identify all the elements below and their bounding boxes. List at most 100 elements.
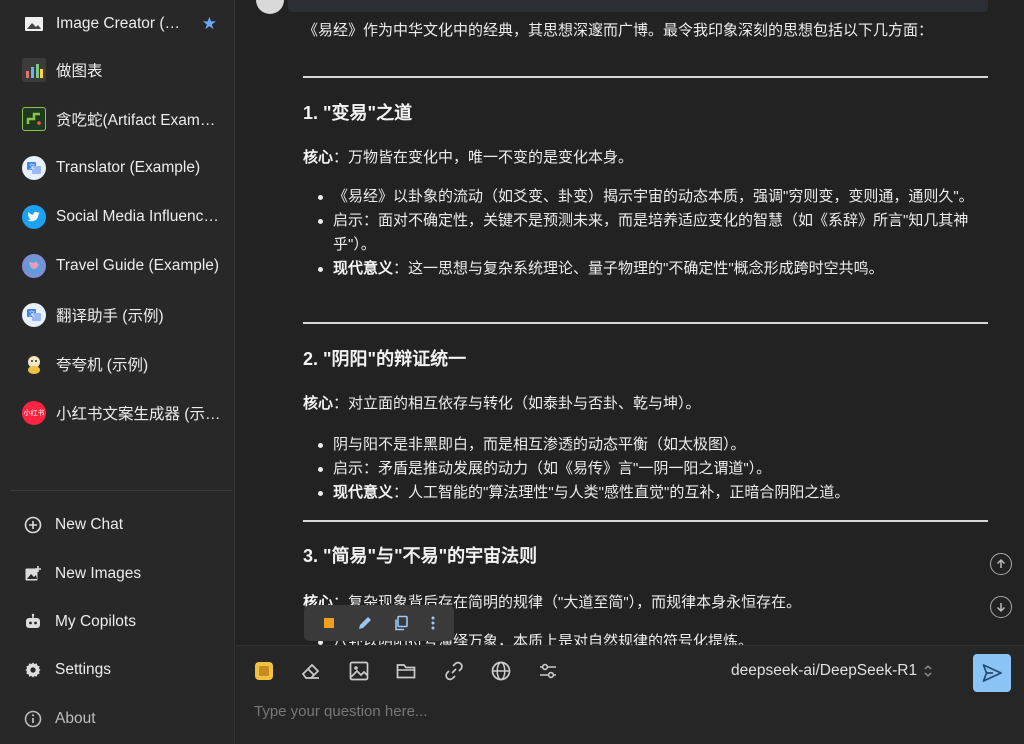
new-chat-button[interactable]: New Chat bbox=[10, 507, 225, 543]
question-input[interactable] bbox=[254, 698, 954, 724]
section-title: 3. "简易"与"不易"的宇宙法则 bbox=[303, 546, 538, 566]
section-bullets: 阴与阳不是非黑即白，而是相互渗透的动态平衡（如太极图）。 启示：矛盾是推动发展的… bbox=[318, 433, 983, 505]
copilot-item-praise-bot[interactable]: 夸夸机 (示例) bbox=[10, 344, 225, 384]
info-icon bbox=[22, 708, 44, 730]
more-button[interactable] bbox=[430, 615, 436, 631]
copilot-label: 翻译助手 (示例) bbox=[56, 308, 164, 325]
bullet-bold: 现代意义 bbox=[333, 260, 394, 277]
model-selector[interactable]: deepseek-ai/DeepSeek-R1 bbox=[731, 662, 933, 680]
list-item: 启示：面对不确定性，关键不是预测未来，而是培养适应变化的智慧（如《系辞》所言"知… bbox=[318, 209, 983, 257]
link-icon bbox=[445, 661, 463, 681]
pencil-icon bbox=[358, 617, 371, 629]
translate-icon: 文 bbox=[22, 303, 46, 327]
scroll-up-button[interactable] bbox=[990, 553, 1012, 575]
assistant-avatar bbox=[256, 0, 284, 14]
copilot-item-xiaohongshu[interactable]: 小红书 小红书文案生成器 (示… bbox=[10, 393, 225, 433]
section-core: 核心：对立面的相互依存与转化（如泰卦与否卦、乾与坤）。 bbox=[303, 392, 988, 416]
character-icon bbox=[22, 352, 46, 376]
core-label: 核心 bbox=[303, 395, 334, 412]
translate-icon: 文 bbox=[22, 156, 46, 180]
message-header-strip bbox=[288, 0, 988, 12]
file-upload-button[interactable] bbox=[393, 658, 419, 684]
more-vertical-icon bbox=[431, 616, 435, 630]
clear-button[interactable] bbox=[298, 658, 324, 684]
copilot-label: 贪吃蛇(Artifact Exam… bbox=[56, 112, 216, 129]
copy-button[interactable] bbox=[393, 615, 409, 631]
image-upload-button[interactable] bbox=[346, 658, 372, 684]
copilot-item-travel-guide[interactable]: Travel Guide (Example) bbox=[10, 246, 225, 286]
list-item: 现代意义：人工智能的"算法理性"与人类"感性直觉"的互补，正暗合阴阳之道。 bbox=[318, 481, 983, 505]
link-button[interactable] bbox=[441, 658, 467, 684]
globe-icon bbox=[491, 661, 511, 681]
send-button[interactable] bbox=[973, 654, 1011, 692]
new-images-label: New Images bbox=[55, 565, 142, 582]
message-toolbar bbox=[304, 605, 454, 641]
sliders-icon bbox=[540, 663, 556, 679]
new-chat-label: New Chat bbox=[55, 516, 124, 533]
bullet-text: ：人工智能的"算法理性"与人类"感性直觉"的互补，正暗合阴阳之道。 bbox=[393, 484, 850, 501]
stop-button[interactable] bbox=[322, 616, 336, 630]
my-copilots-label: My Copilots bbox=[55, 613, 136, 630]
snake-game-icon bbox=[22, 107, 46, 131]
copilot-label: 做图表 bbox=[56, 63, 103, 80]
about-button[interactable]: About bbox=[10, 701, 225, 737]
copilot-item-translator[interactable]: 文 Translator (Example) bbox=[10, 148, 225, 188]
sidebar-divider bbox=[10, 490, 232, 491]
copilot-item-social-media[interactable]: Social Media Influenc… bbox=[10, 197, 225, 237]
globe-icon bbox=[22, 254, 46, 278]
bullet-text: 《易经》以卦象的流动（如爻变、卦变）揭示宇宙的动态本质，强调"穷则变，变则通，通… bbox=[333, 188, 974, 205]
eraser-icon bbox=[301, 663, 320, 679]
section-divider bbox=[303, 322, 988, 324]
copilot-label: Travel Guide (Example) bbox=[56, 257, 220, 274]
input-area: deepseek-ai/DeepSeek-R1 bbox=[236, 645, 1024, 744]
plus-circle-icon bbox=[22, 514, 44, 536]
chat-area: 《易经》作为中华文化中的经典，其思想深邃而广博。最令我印象深刻的思想包括以下几方… bbox=[236, 0, 1024, 744]
image-icon bbox=[22, 12, 46, 36]
stop-icon bbox=[324, 618, 335, 628]
core-label: 核心 bbox=[303, 149, 334, 166]
bullet-bold: 现代意义 bbox=[333, 484, 394, 501]
copilot-item-image-creator[interactable]: Image Creator (… ★ bbox=[10, 4, 225, 44]
scroll-down-button[interactable] bbox=[990, 596, 1012, 618]
gear-icon bbox=[22, 659, 44, 681]
star-icon[interactable]: ★ bbox=[202, 14, 217, 34]
about-label: About bbox=[55, 710, 96, 727]
settings-button[interactable]: Settings bbox=[10, 652, 225, 688]
copilot-picker-button[interactable] bbox=[251, 658, 277, 684]
copy-icon bbox=[395, 615, 409, 631]
chart-icon bbox=[22, 58, 46, 82]
list-item: 《易经》以卦象的流动（如爻变、卦变）揭示宇宙的动态本质，强调"穷则变，变则通，通… bbox=[318, 185, 983, 209]
new-images-button[interactable]: New Images bbox=[10, 556, 225, 592]
copilot-label: Image Creator (… bbox=[56, 15, 181, 32]
copilot-item-chart[interactable]: 做图表 bbox=[10, 50, 225, 90]
bullet-text: 启示：矛盾是推动发展的动力（如《易传》言"一阴一阳之谓道"）。 bbox=[333, 460, 772, 477]
image-icon bbox=[349, 661, 369, 681]
svg-text:文: 文 bbox=[29, 310, 35, 318]
new-image-icon bbox=[22, 563, 44, 585]
conversation-settings-button[interactable] bbox=[535, 658, 561, 684]
my-copilots-button[interactable]: My Copilots bbox=[10, 604, 225, 640]
bullet-text: 阴与阳不是非黑即白，而是相互渗透的动态平衡（如太极图）。 bbox=[333, 436, 746, 453]
copilot-item-snake[interactable]: 贪吃蛇(Artifact Exam… bbox=[10, 99, 225, 139]
chevron-up-down-icon bbox=[924, 665, 932, 677]
svg-text:文: 文 bbox=[29, 163, 35, 171]
copilot-label: 小红书文案生成器 (示… bbox=[56, 406, 221, 423]
twitter-icon bbox=[22, 205, 46, 229]
xiaohongshu-icon: 小红书 bbox=[22, 401, 46, 425]
arrow-up-icon bbox=[996, 558, 1006, 568]
web-browsing-button[interactable] bbox=[488, 658, 514, 684]
section-bullets: 《易经》以卦象的流动（如爻变、卦变）揭示宇宙的动态本质，强调"穷则变，变则通，通… bbox=[318, 185, 983, 281]
list-item: 现代意义：这一思想与复杂系统理论、量子物理的"不确定性"概念形成跨时空共鸣。 bbox=[318, 257, 983, 281]
settings-label: Settings bbox=[55, 661, 112, 678]
bullet-text: ：这一思想与复杂系统理论、量子物理的"不确定性"概念形成跨时空共鸣。 bbox=[393, 260, 884, 277]
edit-button[interactable] bbox=[357, 615, 373, 631]
bullet-text: 启示：面对不确定性，关键不是预测未来，而是培养适应变化的智慧（如《系辞》所言"知… bbox=[333, 212, 969, 253]
sidebar: Image Creator (… ★ 做图表 贪吃蛇(Artifact Exam… bbox=[0, 0, 235, 744]
copilot-picker-icon bbox=[255, 662, 273, 680]
folder-icon bbox=[396, 664, 416, 679]
arrow-down-icon bbox=[996, 603, 1006, 613]
copilot-item-translation-assistant[interactable]: 文 翻译助手 (示例) bbox=[10, 295, 225, 335]
section-title: 1. "变易"之道 bbox=[303, 103, 413, 123]
section-core: 核心：万物皆在变化中，唯一不变的是变化本身。 bbox=[303, 146, 988, 170]
copilot-label: Social Media Influenc… bbox=[56, 208, 219, 225]
